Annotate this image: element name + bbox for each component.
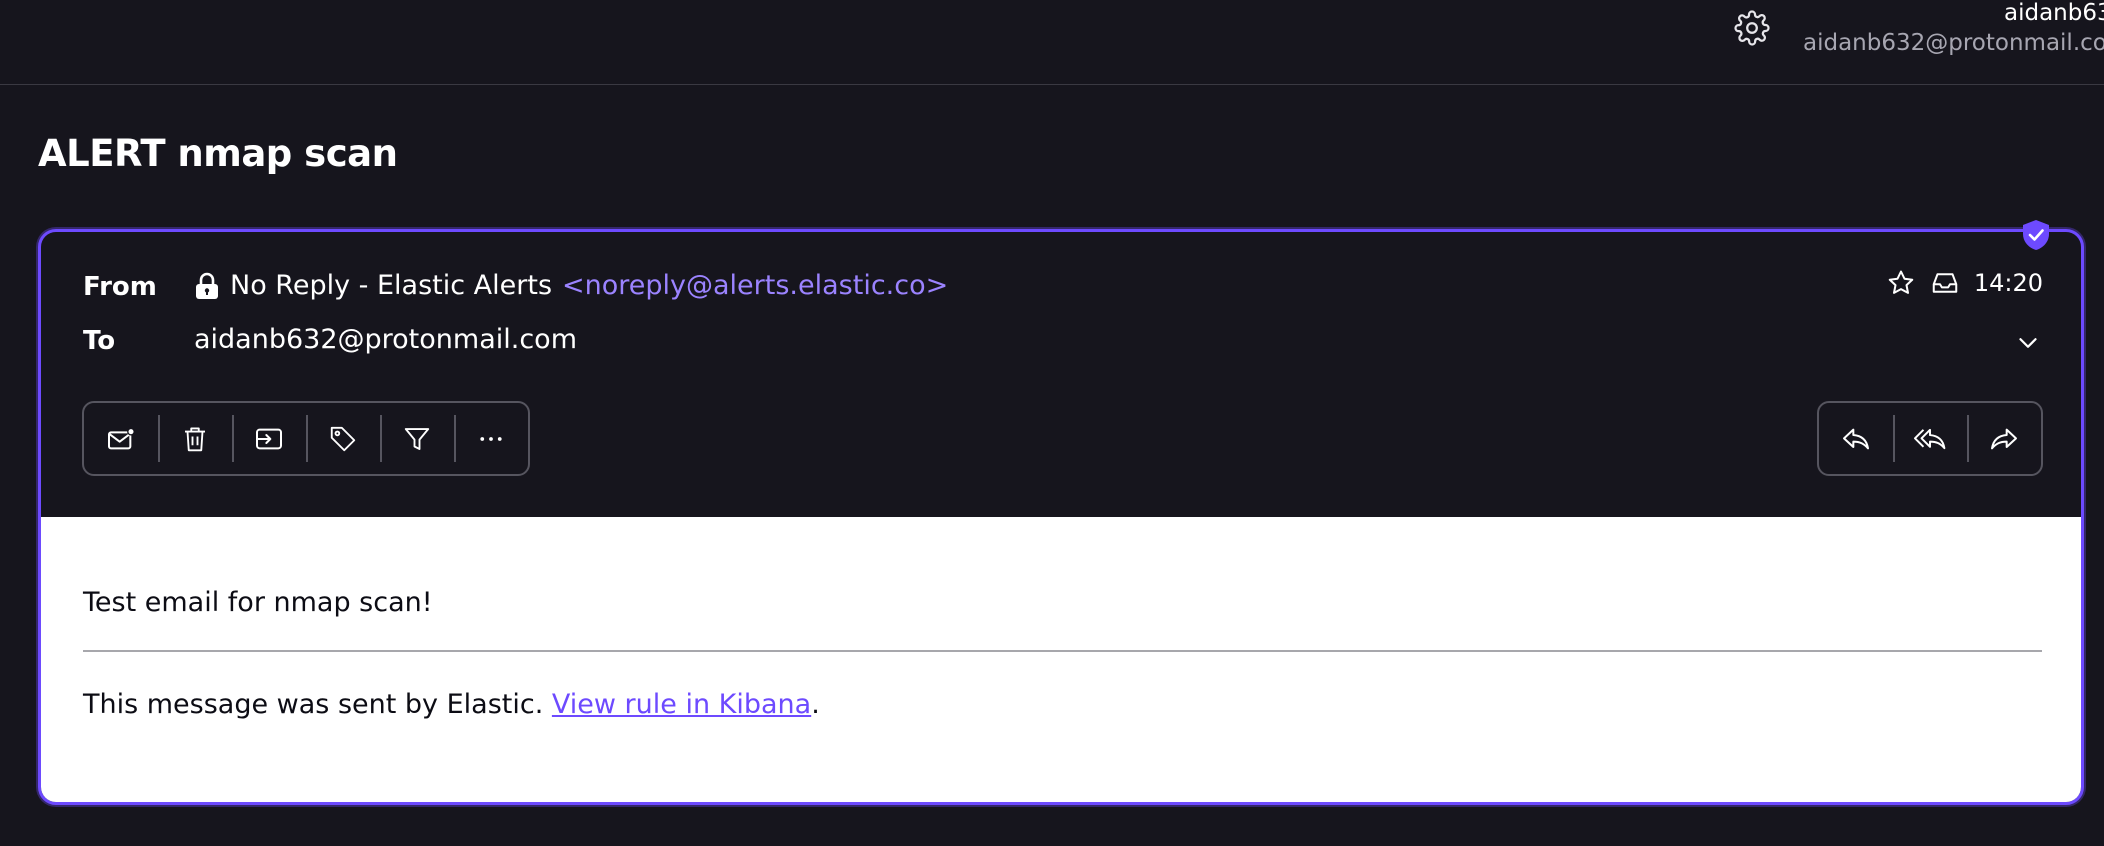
mark-unread-button[interactable] [84, 403, 158, 474]
inbox-icon [1932, 273, 1958, 293]
more-actions-button[interactable] [454, 403, 528, 474]
kibana-rule-link[interactable]: View rule in Kibana [552, 689, 811, 720]
label-button[interactable] [306, 403, 380, 474]
body-text: Test email for nmap scan! [83, 587, 433, 618]
message-body: Test email for nmap scan! This message w… [41, 517, 2081, 802]
body-divider [83, 650, 2042, 652]
sender-address[interactable]: <noreply@alerts.elastic.co> [562, 270, 948, 301]
reply-actions-toolbar [1817, 401, 2043, 476]
star-icon[interactable] [1886, 268, 1916, 298]
message-meta: 14:20 [1886, 268, 2043, 298]
gear-icon [1734, 10, 1770, 46]
trash-button[interactable] [158, 403, 232, 474]
message-actions-toolbar [82, 401, 530, 476]
to-label: To [83, 326, 116, 356]
expand-details-button[interactable] [2013, 328, 2043, 358]
user-name[interactable]: aidanb63 [2004, 0, 2104, 26]
filter-button[interactable] [380, 403, 454, 474]
trash-icon [185, 426, 205, 451]
recipient-address[interactable]: aidanb632@protonmail.com [194, 324, 577, 355]
user-email[interactable]: aidanb632@protonmail.co [1803, 30, 2104, 56]
footer-suffix: . [811, 689, 820, 720]
message-time: 14:20 [1973, 269, 2043, 297]
reply-all-button[interactable] [1893, 403, 1967, 474]
filter-icon [404, 427, 430, 450]
footer-text: This message was sent by Elastic. View r… [83, 689, 820, 720]
from-label: From [83, 272, 157, 302]
settings-button[interactable] [1732, 8, 1772, 48]
reply-button[interactable] [1819, 403, 1893, 474]
footer-prefix: This message was sent by Elastic. [83, 689, 552, 720]
lock-icon [196, 272, 218, 299]
reply-all-icon [1913, 428, 1946, 449]
forward-icon [1991, 428, 2017, 449]
reply-icon [1843, 428, 1869, 449]
chevron-down-icon [2019, 338, 2037, 348]
mark-unread-icon [108, 427, 135, 449]
label-icon [330, 426, 356, 451]
sender[interactable]: No Reply - Elastic Alerts <noreply@alert… [194, 270, 948, 301]
message-subject: ALERT nmap scan [38, 132, 398, 175]
message-card: From No Reply - Elastic Alerts <noreply@… [38, 229, 2084, 805]
encryption-shield-icon [2021, 219, 2051, 251]
forward-button[interactable] [1967, 403, 2041, 474]
sender-name: No Reply - Elastic Alerts [230, 270, 553, 301]
move-button[interactable] [232, 403, 306, 474]
move-icon [256, 428, 282, 449]
more-icon [480, 436, 502, 441]
top-bar: aidanb63 aidanb632@protonmail.co [0, 0, 2104, 85]
